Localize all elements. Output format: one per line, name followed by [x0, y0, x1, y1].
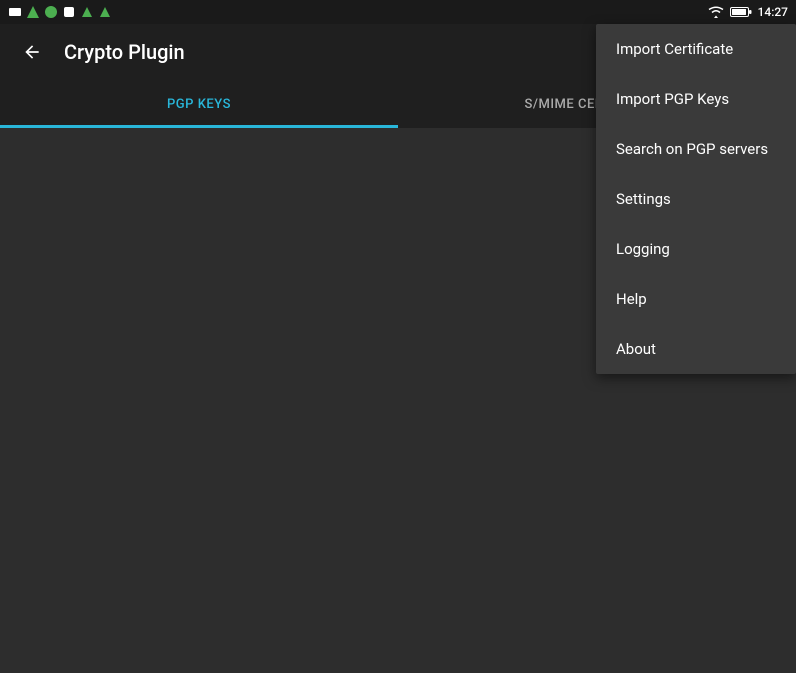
battery-icon: [730, 6, 752, 18]
icon2: [26, 5, 40, 19]
back-button[interactable]: [16, 36, 48, 68]
menu-item-logging[interactable]: Logging: [596, 224, 796, 274]
status-bar: 14:27: [0, 0, 796, 24]
menu-item-settings[interactable]: Settings: [596, 174, 796, 224]
tab-pgp-keys[interactable]: PGP KEYS: [0, 80, 398, 128]
menu-item-import-certificate[interactable]: Import Certificate: [596, 24, 796, 74]
menu-item-about[interactable]: About: [596, 324, 796, 374]
status-time: 14:27: [758, 5, 788, 19]
icon4: [62, 5, 76, 19]
icon3: [44, 5, 58, 19]
icon6: [98, 5, 112, 19]
menu-item-import-pgp-keys[interactable]: Import PGP Keys: [596, 74, 796, 124]
icon1: [8, 5, 22, 19]
wifi-icon: [708, 6, 724, 18]
dropdown-menu: Import Certificate Import PGP Keys Searc…: [596, 24, 796, 374]
menu-item-help[interactable]: Help: [596, 274, 796, 324]
status-right: 14:27: [708, 5, 788, 19]
menu-item-search-pgp-servers[interactable]: Search on PGP servers: [596, 124, 796, 174]
status-icons: [8, 5, 112, 19]
icon5: [80, 5, 94, 19]
